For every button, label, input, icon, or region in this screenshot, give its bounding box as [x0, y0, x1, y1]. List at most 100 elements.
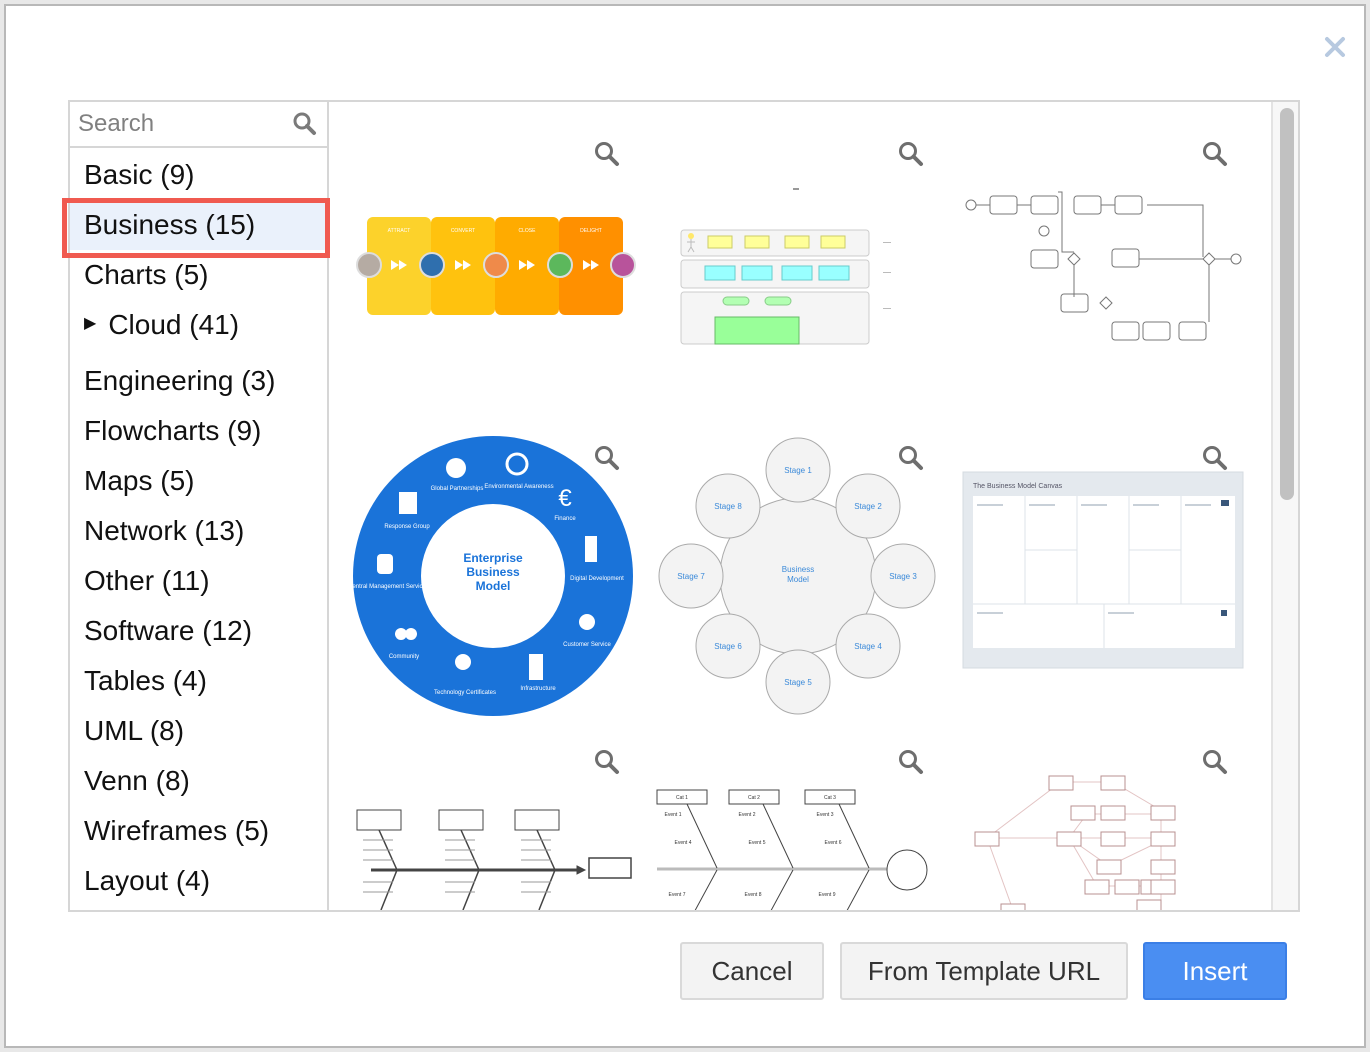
- stage-label: DELIGHT: [580, 228, 602, 234]
- center-label: Model: [787, 575, 809, 584]
- scrollbar-thumb[interactable]: [1280, 108, 1294, 500]
- stage-label: CONVERT: [451, 228, 475, 234]
- category-tables[interactable]: Tables (4): [70, 656, 327, 706]
- close-icon: [1325, 37, 1345, 57]
- inbound-marketing-thumbnail: ATTRACT CONVERT CLOSE DELIGHT: [356, 217, 636, 315]
- category-business[interactable]: Business (15): [70, 200, 327, 250]
- segment-label: Response Group: [384, 524, 430, 530]
- segment-label: Infrastructure: [520, 686, 556, 692]
- segment-label: Digital Development: [570, 576, 624, 582]
- search-icon[interactable]: [292, 111, 318, 137]
- segment-label: Global Partnerships: [431, 486, 484, 492]
- template-inbound-marketing[interactable]: ATTRACT CONVERT CLOSE DELIGHT: [349, 132, 639, 422]
- enterprise-model-thumbnail: Enterprise Business Model Global Partner…: [349, 436, 633, 716]
- template-browser: Basic (9) Business (15) Charts (5) ▶ Clou…: [68, 100, 1300, 912]
- category-engineering[interactable]: Engineering (3): [70, 356, 327, 406]
- zoom-preview-icon[interactable]: [593, 444, 621, 472]
- stage-label: Stage 4: [854, 642, 882, 651]
- event-label: Event 3: [817, 812, 834, 818]
- search-box: [70, 102, 327, 148]
- stage-label: Stage 3: [889, 572, 917, 581]
- segment-label: Community: [389, 654, 419, 660]
- category-software[interactable]: Software (12): [70, 606, 327, 656]
- category-label: Basic (9): [84, 159, 195, 190]
- template-business-model-stages[interactable]: Business Model Stage 1 Stage 2 Stage 3 S…: [653, 436, 943, 726]
- stage-label: Stage 8: [714, 502, 742, 511]
- event-label: Event 7: [669, 892, 686, 898]
- template-fishbone-2[interactable]: Cat 1 Cat 2 Cat 3 Event 1 Event 2 Event …: [653, 740, 943, 910]
- zoom-preview-icon[interactable]: [897, 140, 925, 168]
- stage-label: ATTRACT: [388, 228, 411, 234]
- category-label: Venn (8): [84, 765, 190, 796]
- category-label: Network (13): [84, 515, 245, 546]
- category-label: UML (8): [84, 715, 185, 746]
- svg-text:€: €: [558, 485, 572, 512]
- zoom-preview-icon[interactable]: [593, 748, 621, 776]
- category-other[interactable]: Other (11): [70, 556, 327, 606]
- zoom-preview-icon[interactable]: [1201, 748, 1229, 776]
- stage-label: Stage 7: [677, 572, 705, 581]
- segment-label: Technology Certificates: [434, 690, 496, 696]
- template-grid: ATTRACT CONVERT CLOSE DELIGHT Enterprise…: [331, 102, 1271, 910]
- search-input[interactable]: [70, 102, 290, 146]
- event-label: Event 1: [665, 812, 682, 818]
- template-enterprise-business-model[interactable]: Enterprise Business Model Global Partner…: [349, 436, 639, 726]
- event-label: Event 6: [825, 840, 842, 846]
- cancel-button[interactable]: Cancel: [680, 942, 824, 1000]
- stage-label: Stage 2: [854, 502, 882, 511]
- category-charts[interactable]: Charts (5): [70, 250, 327, 300]
- insert-button[interactable]: Insert: [1143, 942, 1287, 1000]
- zoom-preview-icon[interactable]: [1201, 444, 1229, 472]
- category-label: Cloud (41): [108, 309, 240, 340]
- bpmn-thumbnail: [965, 191, 1242, 341]
- template-network-flow[interactable]: [957, 740, 1247, 910]
- zoom-preview-icon[interactable]: [897, 748, 925, 776]
- canvas-title: The Business Model Canvas: [973, 483, 1063, 490]
- category-list: Basic (9) Business (15) Charts (5) ▶ Clou…: [70, 150, 327, 906]
- center-label: Business: [782, 565, 814, 574]
- category-flowcharts[interactable]: Flowcharts (9): [70, 406, 327, 456]
- zoom-preview-icon[interactable]: [897, 444, 925, 472]
- category-maps[interactable]: Maps (5): [70, 456, 327, 506]
- event-label: Event 4: [675, 840, 692, 846]
- category-venn[interactable]: Venn (8): [70, 756, 327, 806]
- category-layout[interactable]: Layout (4): [70, 856, 327, 906]
- template-dialog: Basic (9) Business (15) Charts (5) ▶ Clou…: [4, 4, 1366, 1048]
- close-button[interactable]: [1322, 34, 1348, 60]
- category-label: Layout (4): [84, 865, 211, 896]
- category-basic[interactable]: Basic (9): [70, 150, 327, 200]
- category-label: Maps (5): [84, 465, 195, 496]
- category-wireframes[interactable]: Wireframes (5): [70, 806, 327, 856]
- category-label: Charts (5): [84, 259, 209, 290]
- segment-label: Finance: [554, 516, 576, 522]
- stage-label: Stage 5: [784, 678, 812, 687]
- event-label: Event 8: [745, 892, 762, 898]
- center-label: Enterprise: [463, 551, 523, 565]
- category-network[interactable]: Network (13): [70, 506, 327, 556]
- expand-triangle-icon[interactable]: ▶: [84, 299, 96, 349]
- category-label: Software (12): [84, 615, 253, 646]
- stages-thumbnail: Business Model Stage 1 Stage 2 Stage 3 S…: [658, 437, 936, 715]
- cause-label: Cat 3: [824, 795, 836, 801]
- template-bpmn-process[interactable]: [957, 132, 1247, 422]
- from-template-url-button[interactable]: From Template URL: [840, 942, 1128, 1000]
- template-business-model-canvas[interactable]: The Business Model Canvas: [957, 436, 1247, 726]
- segment-label: Central Management Service: [349, 584, 427, 590]
- center-label: Model: [476, 579, 511, 593]
- template-archimate-layers[interactable]: [653, 132, 943, 422]
- zoom-preview-icon[interactable]: [1201, 140, 1229, 168]
- category-cloud[interactable]: ▶ Cloud (41): [70, 300, 327, 356]
- category-sidebar: Basic (9) Business (15) Charts (5) ▶ Clou…: [70, 102, 329, 910]
- category-label: Engineering (3): [84, 365, 276, 396]
- event-label: Event 9: [819, 892, 836, 898]
- canvas-thumbnail: The Business Model Canvas: [962, 471, 1244, 669]
- template-fishbone-1[interactable]: [349, 740, 639, 910]
- archimate-thumbnail: [680, 188, 891, 345]
- template-grid-scrollbar[interactable]: [1271, 102, 1298, 910]
- cause-label: Cat 1: [676, 795, 688, 801]
- event-label: Event 2: [739, 812, 756, 818]
- category-label: Business (15): [84, 209, 256, 240]
- segment-label: Environmental Awareness: [484, 484, 553, 490]
- category-uml[interactable]: UML (8): [70, 706, 327, 756]
- zoom-preview-icon[interactable]: [593, 140, 621, 168]
